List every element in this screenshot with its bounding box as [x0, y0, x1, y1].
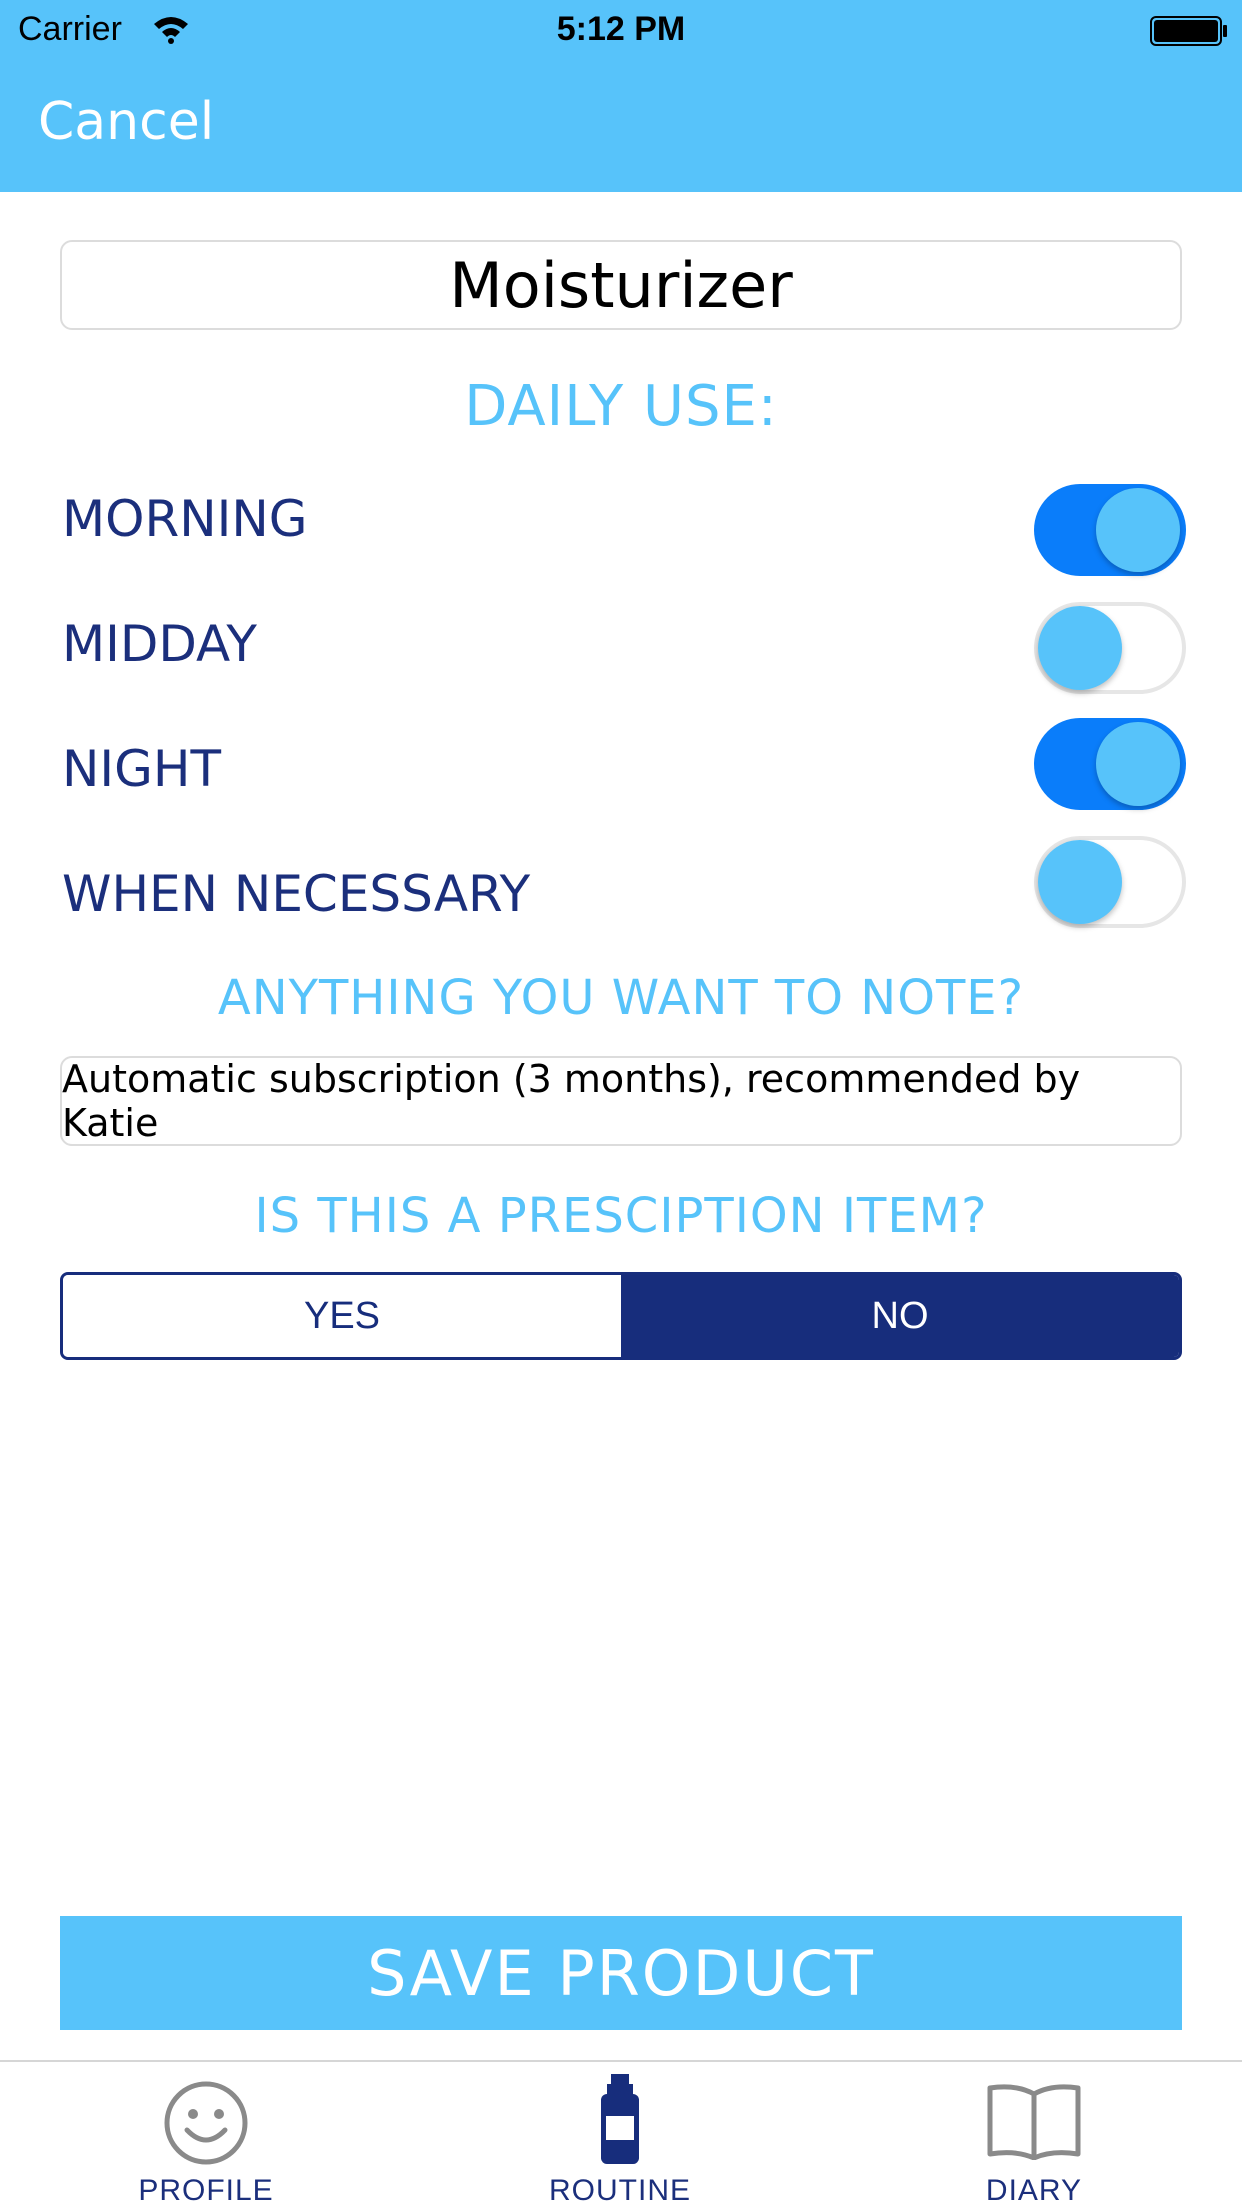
- cancel-button[interactable]: Cancel: [38, 92, 214, 152]
- daily-use-title: DAILY USE:: [464, 374, 778, 439]
- when-necessary-label: WHEN NECESSARY: [62, 865, 531, 923]
- save-product-button[interactable]: SAVE PRODUCT: [60, 1916, 1182, 2030]
- tab-routine[interactable]: ROUTINE: [520, 2062, 720, 2208]
- open-book-icon: [987, 2084, 1081, 2160]
- tab-diary[interactable]: DIARY: [934, 2062, 1134, 2208]
- battery-icon: [1150, 16, 1227, 46]
- toggle-knob: [1038, 840, 1122, 924]
- status-bar: Carrier 5:12 PM: [0, 0, 1242, 60]
- product-name-value: Moisturizer: [449, 248, 793, 322]
- midday-label: MIDDAY: [62, 615, 257, 673]
- product-name-field[interactable]: Moisturizer: [60, 240, 1182, 330]
- prescription-segmented-control: YES NO: [60, 1272, 1182, 1360]
- smiley-face-icon: [164, 2081, 248, 2165]
- bottle-icon: [601, 2074, 639, 2164]
- tab-routine-label: ROUTINE: [549, 2174, 691, 2207]
- note-value: Automatic subscription (3 months), recom…: [62, 1057, 1081, 1145]
- tab-bar: PROFILE ROUTINE DIARY: [0, 2060, 1242, 2208]
- toggle-knob: [1038, 606, 1122, 690]
- tab-diary-label: DIARY: [985, 2174, 1083, 2207]
- prescription-no-segment[interactable]: NO: [621, 1275, 1179, 1357]
- morning-toggle[interactable]: [1034, 484, 1186, 576]
- tab-profile[interactable]: PROFILE: [106, 2062, 306, 2208]
- night-toggle[interactable]: [1034, 718, 1186, 810]
- tab-profile-label: PROFILE: [138, 2174, 274, 2207]
- header-bar: Carrier 5:12 PM Cancel: [0, 0, 1242, 192]
- toggle-knob: [1096, 722, 1180, 806]
- prescription-yes-segment[interactable]: YES: [63, 1275, 621, 1357]
- when-necessary-toggle[interactable]: [1034, 836, 1186, 928]
- prescription-title: IS THIS A PRESCIPTION ITEM?: [254, 1188, 988, 1244]
- status-time: 5:12 PM: [556, 10, 686, 48]
- midday-toggle[interactable]: [1034, 602, 1186, 694]
- toggle-knob: [1096, 488, 1180, 572]
- note-title: ANYTHING YOU WANT TO NOTE?: [217, 970, 1025, 1026]
- night-label: NIGHT: [62, 740, 222, 798]
- morning-label: MORNING: [62, 490, 308, 548]
- note-field[interactable]: Automatic subscription (3 months), recom…: [60, 1056, 1182, 1146]
